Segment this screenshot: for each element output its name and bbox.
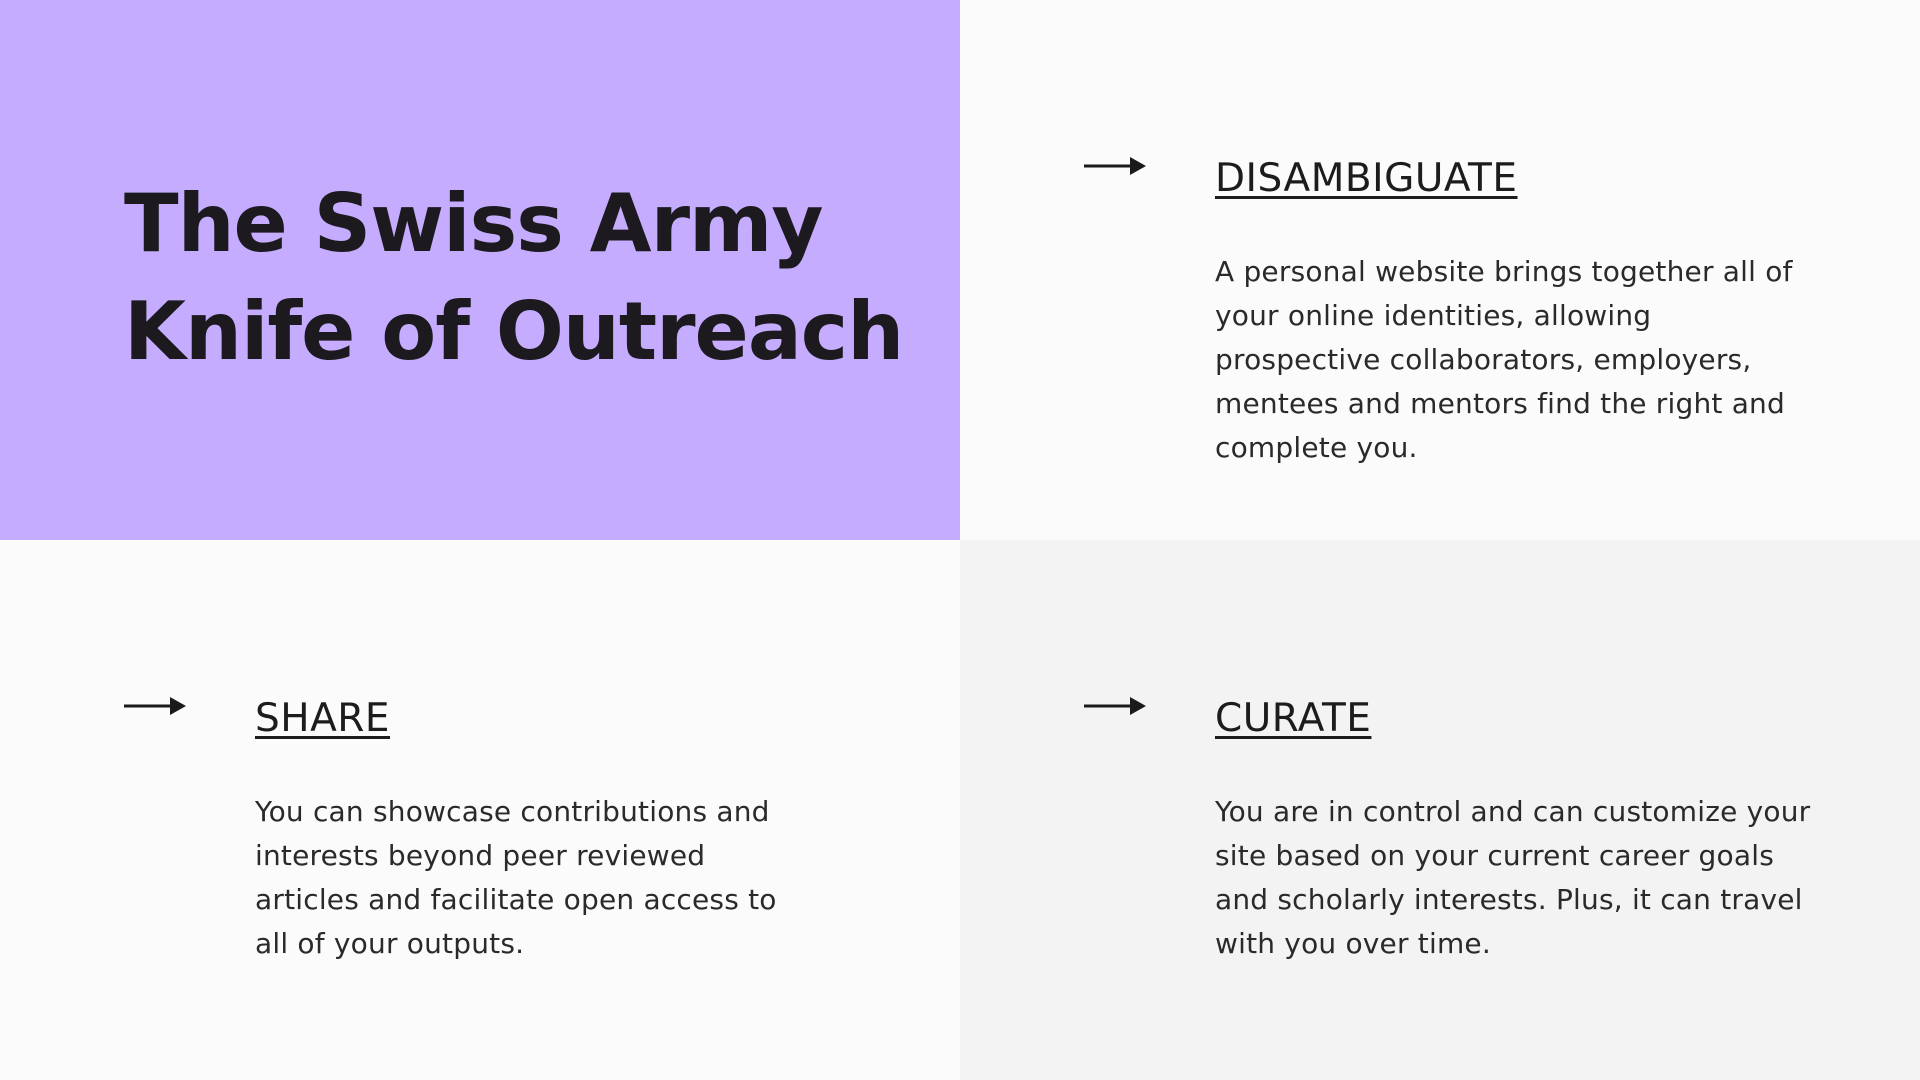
disambiguate-panel: DISAMBIGUATE A personal website brings t… — [960, 0, 1920, 540]
title-line-2: Knife of Outreach — [124, 285, 904, 378]
right-arrow-icon — [124, 694, 186, 718]
disambiguate-heading: DISAMBIGUATE — [1215, 156, 1518, 201]
right-arrow-icon — [1084, 694, 1146, 718]
share-body: You can showcase contributions and inter… — [255, 795, 777, 960]
disambiguate-body: A personal website brings together all o… — [1215, 255, 1793, 464]
title-line-1: The Swiss Army — [124, 177, 824, 270]
share-heading: SHARE — [255, 696, 391, 741]
curate-panel: CURATE You are in control and can custom… — [960, 540, 1920, 1080]
slide-title: The Swiss Army Knife of Outreach — [124, 170, 904, 386]
share-panel: SHARE You can showcase contributions and… — [0, 540, 960, 1080]
title-panel: The Swiss Army Knife of Outreach — [0, 0, 960, 540]
curate-heading: CURATE — [1215, 696, 1372, 741]
right-arrow-icon — [1084, 154, 1146, 178]
slide: The Swiss Army Knife of Outreach DISAMBI… — [0, 0, 1920, 1080]
curate-body: You are in control and can customize you… — [1215, 795, 1811, 960]
